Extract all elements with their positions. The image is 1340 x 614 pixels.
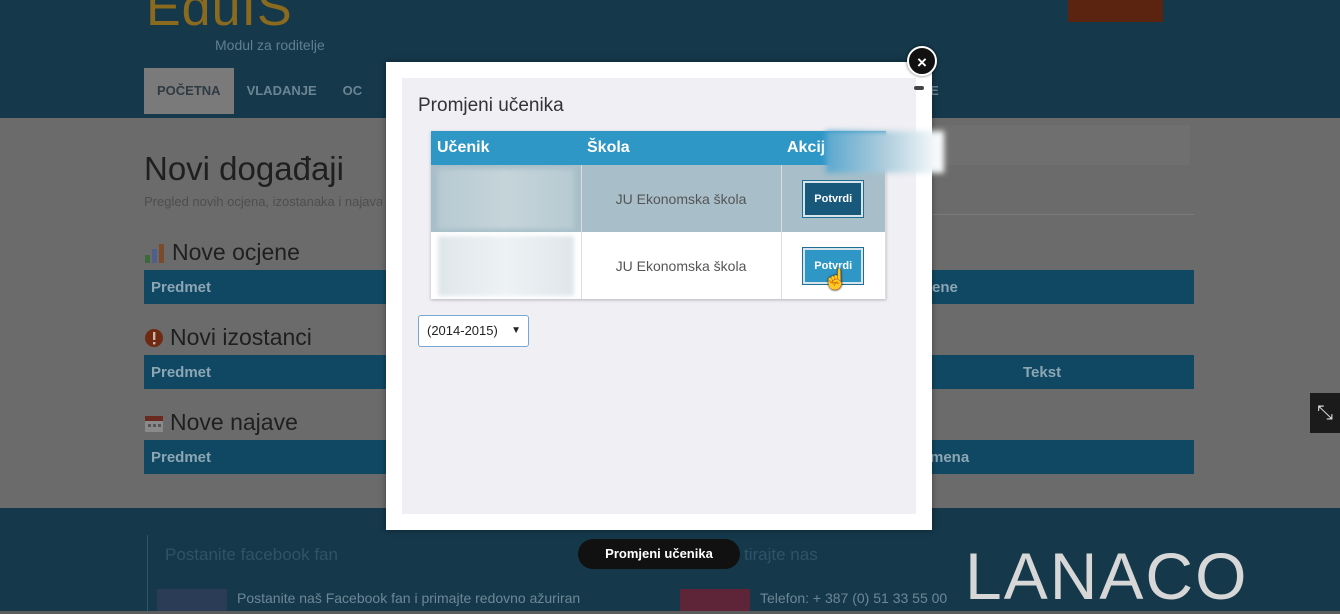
bar-chart-icon [145, 243, 164, 263]
facebook-icon[interactable] [157, 589, 227, 611]
footer-phone-text: Telefon: + 387 (0) 51 33 55 00 [760, 590, 948, 606]
column-header-predmet: Predmet [151, 449, 212, 466]
section-title-izostanci: Novi izostanci [144, 324, 312, 351]
student-name-cell [431, 232, 582, 299]
page-title: Novi događaji [144, 150, 344, 187]
nav-item-vladanje[interactable]: VLADANJE [234, 68, 330, 114]
school-cell: JU Ekonomska škola [581, 232, 782, 299]
school-cell: JU Ekonomska škola [581, 165, 782, 232]
table-row[interactable]: JU Ekonomska škola Potvrdi ☝ [431, 232, 886, 299]
footer-facebook-heading: Postanite facebook fan [165, 545, 338, 564]
nav-item-pocetna[interactable]: POČETNA [144, 68, 234, 114]
column-header-ucenik: Učenik [431, 131, 581, 165]
column-header-right: mena [930, 449, 970, 466]
blurred-overflow [826, 131, 944, 173]
modal-title: Promjeni učenika [418, 95, 564, 116]
column-header-tekst: Tekst [1023, 364, 1062, 381]
student-name-cell [431, 165, 582, 232]
column-header-predmet: Predmet [151, 279, 212, 296]
column-header-skola: Škola [581, 131, 781, 165]
section-title-najave: Nove najave [144, 409, 298, 436]
section-title-ocjene: Nove ocjene [144, 239, 300, 266]
right-strip [932, 125, 1190, 165]
school-year-select[interactable]: (2014-2015) ▼ [418, 315, 529, 347]
footer-divider [147, 535, 148, 611]
students-table: Učenik Škola Akcij JU Ekonomska škola Po… [431, 131, 886, 299]
table-row[interactable]: JU Ekonomska škola Potvrdi [431, 165, 886, 232]
hand-cursor-icon: ☝ [823, 268, 849, 291]
action-cell: Potvrdi ☝ [781, 232, 886, 299]
footer-facebook-text: Postanite naš Facebook fan i primajte re… [237, 590, 581, 606]
confirm-button[interactable]: Potvrdi ☝ [802, 246, 865, 291]
divider [932, 214, 1194, 215]
section-title-label: Novi izostanci [170, 324, 312, 350]
phone-icon [680, 589, 750, 611]
table-header-row: Učenik Škola Akcij [431, 131, 886, 165]
nav-item-ocjene[interactable]: OC [330, 68, 376, 114]
section-title-label: Nove ocjene [172, 239, 300, 265]
warning-icon [145, 328, 163, 347]
top-right-button[interactable] [1068, 0, 1163, 22]
column-header-right: ene [932, 279, 958, 296]
caption-tooltip: Promjeni učenika [578, 539, 740, 569]
footer-contact-heading: tirajte nas [744, 545, 818, 564]
main-nav: POČETNA VLADANJE OC [144, 68, 375, 114]
close-shadow [914, 86, 924, 90]
logo: EduIS [146, 0, 293, 37]
blurred-student-name [437, 168, 574, 229]
logo-subtitle: Modul za roditelje [215, 37, 325, 53]
confirm-button[interactable]: Potvrdi [802, 179, 865, 218]
watermark-logo: LANACO [965, 539, 1249, 613]
chevron-down-icon: ▼ [511, 325, 521, 336]
school-year-value: (2014-2015) [427, 323, 498, 338]
expand-icon[interactable]: ⤡ [1310, 393, 1340, 433]
blurred-student-name [437, 235, 574, 296]
calendar-icon [145, 415, 163, 432]
page-subtitle: Pregled novih ocjena, izostanaka i najav… [144, 194, 382, 209]
action-cell: Potvrdi [781, 165, 886, 232]
close-icon[interactable]: × [907, 46, 937, 76]
section-title-label: Nove najave [170, 409, 298, 435]
column-header-predmet: Predmet [151, 364, 212, 381]
